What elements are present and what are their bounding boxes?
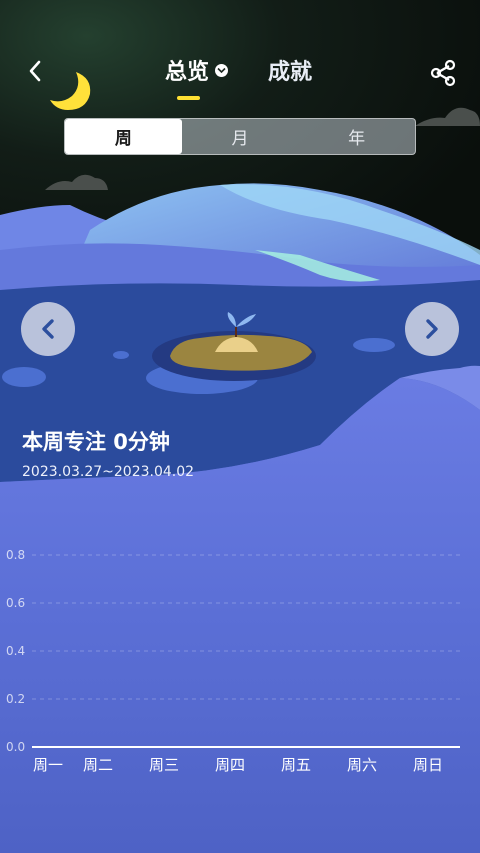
previous-period-button[interactable] bbox=[21, 302, 75, 356]
period-option-month[interactable]: 月 bbox=[182, 119, 299, 154]
x-tick-label: 周五 bbox=[280, 756, 311, 774]
x-tick-label: 周日 bbox=[412, 756, 443, 774]
chevron-left-icon bbox=[29, 60, 41, 82]
x-tick-label: 周四 bbox=[214, 756, 245, 774]
x-tick-label: 周一 bbox=[32, 756, 63, 774]
y-tick-label: 0.8 bbox=[6, 548, 26, 562]
crescent-moon-icon bbox=[50, 72, 91, 110]
date-range: 2023.03.27~2023.04.02 bbox=[22, 464, 195, 480]
period-option-year[interactable]: 年 bbox=[298, 119, 415, 154]
x-tick-label: 周二 bbox=[82, 756, 113, 774]
tab-overview[interactable]: 总览 bbox=[165, 54, 229, 86]
share-button[interactable] bbox=[428, 58, 458, 88]
chevron-down-circle-icon bbox=[215, 63, 229, 77]
y-tick-label: 0.0 bbox=[6, 740, 26, 754]
chevron-right-icon bbox=[426, 319, 438, 339]
period-option-week[interactable]: 周 bbox=[65, 119, 182, 154]
weekly-focus-title: 本周专注 0分钟 bbox=[22, 430, 170, 454]
next-period-button[interactable] bbox=[405, 302, 459, 356]
back-button[interactable] bbox=[20, 56, 50, 86]
y-tick-label: 0.6 bbox=[6, 596, 26, 610]
tab-overview-label: 总览 bbox=[165, 60, 210, 85]
chevron-left-icon bbox=[42, 319, 54, 339]
y-tick-label: 0.4 bbox=[6, 644, 26, 658]
x-tick-label: 周三 bbox=[148, 756, 179, 774]
period-selector: 周 月 年 bbox=[64, 118, 416, 155]
x-tick-label: 周六 bbox=[346, 756, 377, 774]
y-tick-label: 0.2 bbox=[6, 692, 26, 706]
tab-achievements[interactable]: 成就 bbox=[268, 54, 312, 86]
top-bar: 总览 成就 bbox=[0, 50, 480, 110]
tab-active-indicator bbox=[177, 96, 200, 100]
share-icon bbox=[430, 59, 456, 87]
